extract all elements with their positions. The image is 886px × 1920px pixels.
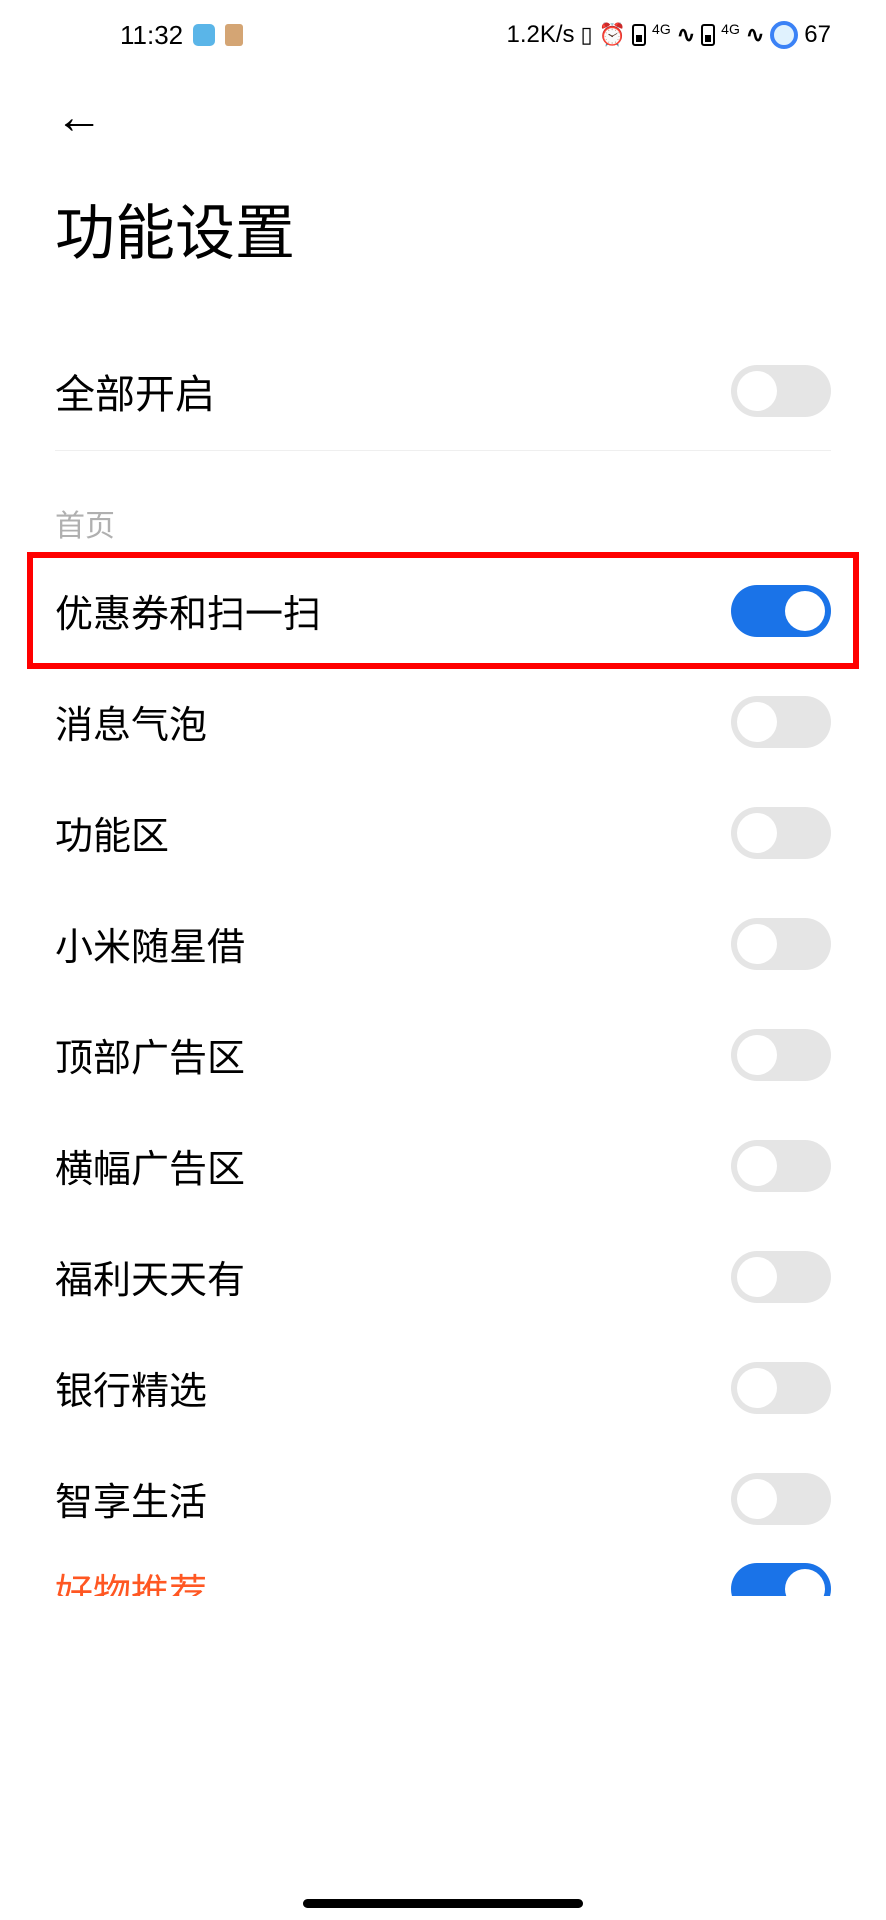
setting-row: 小米随星借 bbox=[0, 888, 886, 999]
toggle-knob bbox=[737, 1035, 777, 1075]
signal-wave-icon-1: ∿ bbox=[677, 22, 695, 48]
setting-toggle[interactable] bbox=[731, 696, 831, 748]
notification-app-icon-2 bbox=[225, 24, 243, 46]
page-title: 功能设置 bbox=[0, 145, 886, 332]
status-bar: 11:32 1.2K/s ▯ ⏰ 4G ∿ 4G ∿ 67 bbox=[0, 0, 886, 60]
toggle-knob bbox=[737, 1257, 777, 1297]
toggle-knob bbox=[785, 591, 825, 631]
status-left: 11:32 bbox=[120, 20, 243, 51]
battery-percent: 67 bbox=[804, 21, 831, 49]
setting-toggle[interactable] bbox=[731, 1029, 831, 1081]
battery-icon-1 bbox=[632, 24, 646, 46]
setting-toggle[interactable] bbox=[731, 807, 831, 859]
setting-toggle[interactable] bbox=[731, 1473, 831, 1525]
status-time: 11:32 bbox=[120, 20, 183, 51]
setting-label: 智享生活 bbox=[55, 1471, 207, 1526]
setting-toggle[interactable] bbox=[731, 1362, 831, 1414]
setting-row: 顶部广告区 bbox=[0, 999, 886, 1110]
setting-row: 优惠券和扫一扫 bbox=[30, 555, 856, 666]
toggle-knob bbox=[737, 1146, 777, 1186]
setting-label-partial: 好物推荐 bbox=[55, 1562, 207, 1597]
settings-list: 优惠券和扫一扫消息气泡功能区小米随星借顶部广告区横幅广告区福利天天有银行精选智享… bbox=[0, 555, 886, 1554]
notification-app-icon bbox=[193, 24, 215, 46]
setting-row: 功能区 bbox=[0, 777, 886, 888]
setting-row-partial: 好物推荐 bbox=[0, 1554, 886, 1596]
setting-label: 功能区 bbox=[55, 805, 169, 860]
alarm-icon: ⏰ bbox=[599, 22, 626, 48]
setting-label: 横幅广告区 bbox=[55, 1138, 245, 1193]
setting-row: 消息气泡 bbox=[0, 666, 886, 777]
setting-toggle[interactable] bbox=[731, 1140, 831, 1192]
toggle-knob bbox=[785, 1569, 825, 1596]
master-toggle-label: 全部开启 bbox=[55, 362, 215, 420]
status-right: 1.2K/s ▯ ⏰ 4G ∿ 4G ∿ 67 bbox=[506, 21, 831, 49]
setting-row: 横幅广告区 bbox=[0, 1110, 886, 1221]
setting-toggle[interactable] bbox=[731, 585, 831, 637]
setting-row: 福利天天有 bbox=[0, 1221, 886, 1332]
vibrate-icon: ▯ bbox=[581, 22, 593, 48]
toggle-knob bbox=[737, 1368, 777, 1408]
master-toggle[interactable] bbox=[731, 365, 831, 417]
back-button[interactable]: ← bbox=[55, 90, 103, 145]
home-indicator[interactable] bbox=[303, 1899, 583, 1908]
network-4g-1: 4G bbox=[652, 21, 671, 37]
section-header-home: 首页 bbox=[0, 451, 886, 555]
master-toggle-row: 全部开启 bbox=[0, 332, 886, 450]
setting-label: 顶部广告区 bbox=[55, 1027, 245, 1082]
network-speed: 1.2K/s bbox=[506, 21, 574, 49]
battery-ring-icon bbox=[770, 21, 798, 49]
toggle-knob bbox=[737, 924, 777, 964]
setting-toggle[interactable] bbox=[731, 918, 831, 970]
toggle-knob bbox=[737, 702, 777, 742]
setting-label: 优惠券和扫一扫 bbox=[55, 583, 321, 638]
setting-row: 银行精选 bbox=[0, 1332, 886, 1443]
setting-label: 消息气泡 bbox=[55, 694, 207, 749]
setting-row: 智享生活 bbox=[0, 1443, 886, 1554]
setting-toggle-partial[interactable] bbox=[731, 1563, 831, 1596]
signal-wave-icon-2: ∿ bbox=[746, 22, 764, 48]
setting-toggle[interactable] bbox=[731, 1251, 831, 1303]
network-4g-2: 4G bbox=[721, 21, 740, 37]
back-row: ← bbox=[0, 60, 886, 145]
setting-label: 小米随星借 bbox=[55, 916, 245, 971]
setting-label: 福利天天有 bbox=[55, 1249, 245, 1304]
setting-label: 银行精选 bbox=[55, 1360, 207, 1415]
toggle-knob bbox=[737, 813, 777, 853]
toggle-knob bbox=[737, 1479, 777, 1519]
toggle-knob bbox=[737, 371, 777, 411]
battery-icon-2 bbox=[701, 24, 715, 46]
